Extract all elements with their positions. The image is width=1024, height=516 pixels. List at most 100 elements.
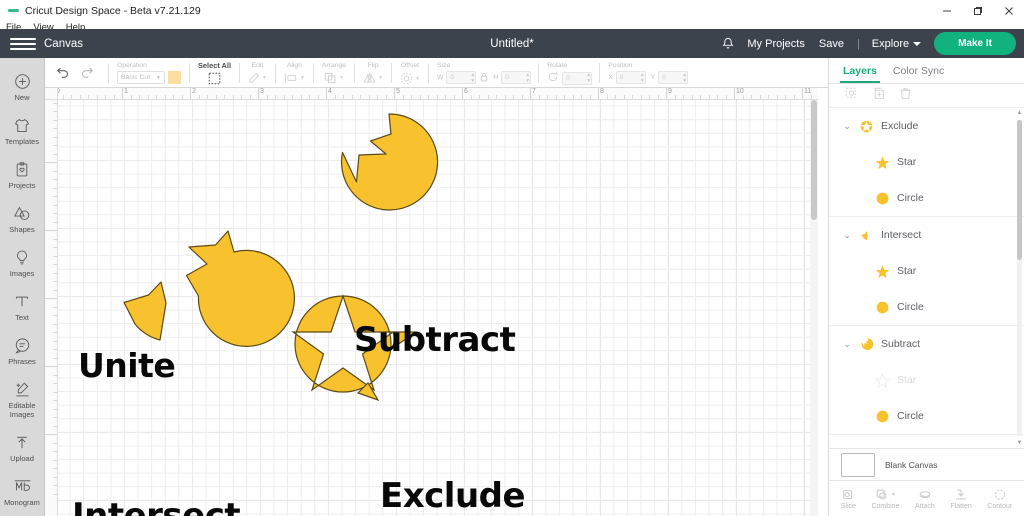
position-group: Position X 0 ▲ ▼ Y 0 ▲ ▼: [603, 58, 692, 88]
sidebar-label-upload: Upload: [10, 454, 34, 463]
layer-row-intersect-circle[interactable]: Circle: [829, 289, 1024, 325]
layer-name-circle: Circle: [897, 192, 924, 204]
chevron-down-icon[interactable]: ⌄: [839, 339, 855, 350]
layers-scroll-thumb[interactable]: [1017, 120, 1022, 260]
save-button[interactable]: Save: [812, 38, 851, 50]
layer-group-intersect: ⌄ Intersect Star Circle: [829, 217, 1024, 326]
operation-label: Operation: [117, 62, 147, 69]
canvas-vertical-scrollbar[interactable]: [810, 100, 818, 516]
sidebar-item-phrases[interactable]: Phrases: [0, 328, 45, 372]
operation-value: Basic Cut: [121, 74, 151, 81]
window-title: Cricut Design Space - Beta v7.21.129: [25, 4, 201, 17]
offset-icon[interactable]: ▼: [400, 72, 420, 85]
rotate-stepper[interactable]: ▲ ▼: [586, 72, 591, 84]
align-label: Align: [286, 62, 302, 69]
rotate-group: Rotate 0 ▲ ▼: [542, 58, 596, 88]
layers-list[interactable]: ⌄ Exclude Star Circle ⌄ Intersect Star C…: [829, 108, 1024, 448]
layers-scrollbar[interactable]: ▲ ▼: [1016, 108, 1023, 448]
layer-row-intersect-star[interactable]: Star: [829, 253, 1024, 289]
circle-icon: [871, 409, 893, 424]
offset-group: Offset ▼: [395, 58, 425, 88]
layer-row-exclude[interactable]: ⌄ Exclude: [829, 108, 1024, 144]
maximize-button[interactable]: [962, 0, 993, 21]
offset-label: Offset: [401, 62, 420, 69]
sidebar-item-images[interactable]: Images: [0, 240, 45, 284]
layer-name-intersect: Intersect: [881, 229, 922, 241]
minimize-button[interactable]: [931, 0, 962, 21]
flatten-label: Flatten: [950, 502, 972, 510]
slice-button[interactable]: Slice: [841, 488, 856, 510]
layer-row-intersect[interactable]: ⌄ Intersect: [829, 217, 1024, 253]
layer-row-subtract-circle[interactable]: Circle: [829, 398, 1024, 434]
tab-color-sync[interactable]: Color Sync: [893, 58, 944, 83]
size-width-stepper[interactable]: ▲ ▼: [470, 72, 475, 84]
position-x-stepper[interactable]: ▲ ▼: [640, 72, 645, 84]
sidebar-item-shapes[interactable]: Shapes: [0, 196, 45, 240]
pencil-icon[interactable]: ▼: [248, 72, 267, 84]
attach-button[interactable]: Attach: [915, 488, 935, 510]
toolbar-divider: [274, 63, 276, 83]
tab-layers[interactable]: Layers: [840, 58, 880, 83]
explore-dropdown[interactable]: Explore: [866, 38, 927, 50]
select-all-group: Select All: [193, 58, 236, 88]
ruler-number: 9: [668, 88, 672, 95]
canvas-shapes: [123, 113, 439, 402]
select-all-icon[interactable]: [208, 72, 221, 87]
layer-row-subtract[interactable]: ⌄ Subtract: [829, 326, 1024, 362]
sidebar-item-monogram[interactable]: Monogram: [0, 469, 45, 513]
rotate-icon[interactable]: [547, 71, 559, 85]
vertical-ruler: [45, 100, 58, 516]
chevron-down-icon[interactable]: ⌄: [839, 230, 855, 241]
align-icon[interactable]: ▼: [284, 72, 305, 84]
layer-row-exclude-star[interactable]: Star: [829, 144, 1024, 180]
shape-unite: [185, 230, 296, 347]
sidebar-item-upload[interactable]: Upload: [0, 425, 45, 469]
operation-select[interactable]: Basic Cut ▼: [117, 71, 165, 84]
rotate-value: 0: [566, 74, 570, 82]
operation-color-swatch[interactable]: [168, 71, 181, 84]
undo-arrow-icon[interactable]: [50, 65, 75, 82]
cricut-dash-logo-icon: [6, 4, 20, 18]
position-y-stepper[interactable]: ▲ ▼: [682, 72, 687, 84]
blank-canvas-row[interactable]: Blank Canvas: [829, 448, 1024, 480]
sidebar-item-projects[interactable]: Projects: [0, 152, 45, 196]
arrange-icon[interactable]: ▼: [324, 72, 344, 84]
sidebar-item-templates[interactable]: Templates: [0, 108, 45, 152]
size-height-stepper[interactable]: ▲ ▼: [525, 72, 530, 84]
shape-intersect: [123, 281, 167, 341]
duplicate-selection-icon[interactable]: [845, 87, 858, 105]
text-t-icon: [14, 291, 30, 311]
blank-canvas-thumbnail[interactable]: [841, 452, 875, 477]
close-button[interactable]: [993, 0, 1024, 21]
redo-arrow-icon[interactable]: [75, 65, 100, 82]
delete-layer-icon[interactable]: [899, 87, 912, 105]
design-canvas[interactable]: Unite Subtract Intersect Exclude: [58, 100, 818, 516]
layer-row-subtract-star[interactable]: Star: [829, 362, 1024, 398]
canvas-scroll-thumb[interactable]: [811, 100, 817, 220]
sidebar-label-images: Images: [9, 269, 35, 278]
make-it-button[interactable]: Make It: [934, 32, 1016, 55]
scroll-down-arrow-icon[interactable]: ▼: [1016, 438, 1023, 448]
flatten-button[interactable]: Flatten: [950, 488, 972, 510]
slice-label: Slice: [840, 502, 856, 510]
layer-row-exclude-circle[interactable]: Circle: [829, 180, 1024, 216]
hamburger-menu-icon[interactable]: [10, 37, 36, 50]
add-layer-icon[interactable]: [872, 87, 885, 105]
contour-button[interactable]: Contour: [987, 488, 1012, 510]
chevron-down-icon[interactable]: ⌄: [839, 121, 855, 132]
scroll-up-arrow-icon[interactable]: ▲: [1016, 108, 1023, 118]
notification-bell-icon[interactable]: [716, 32, 740, 56]
lightbulb-icon: [14, 247, 30, 267]
lock-icon[interactable]: [480, 72, 488, 84]
shape-subtract: [340, 113, 439, 211]
chevron-down-icon: [913, 41, 922, 46]
size-height-value: 0: [505, 74, 509, 81]
sidebar-item-editable-images[interactable]: Editable Images: [0, 372, 45, 425]
my-projects-link[interactable]: My Projects: [740, 38, 811, 50]
sidebar-item-text[interactable]: Text: [0, 284, 45, 328]
combine-button[interactable]: ▼ Combine: [871, 488, 899, 510]
flip-icon[interactable]: ▼: [363, 72, 383, 84]
upload-arrow-icon: [14, 432, 30, 452]
toolbar-divider: [391, 63, 393, 83]
sidebar-item-new[interactable]: New: [0, 64, 45, 108]
